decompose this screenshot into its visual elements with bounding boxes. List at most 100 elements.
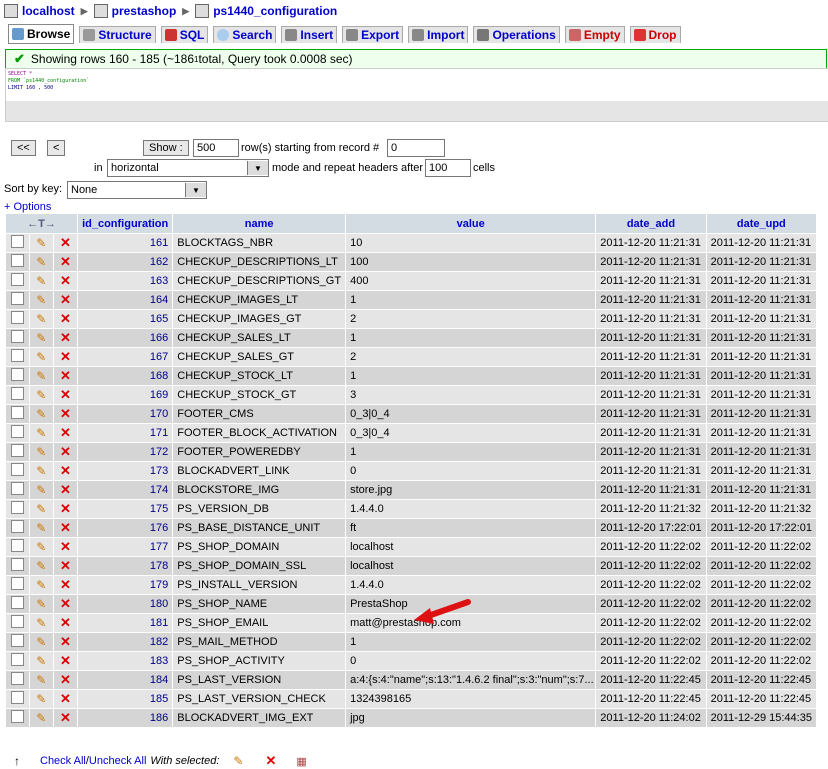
tab-operations[interactable]: Operations <box>473 26 560 43</box>
pencil-icon[interactable]: ✎ <box>36 711 46 725</box>
tab-insert[interactable]: Insert <box>281 26 338 43</box>
edit-row[interactable]: ✎ <box>29 329 53 347</box>
row-checkbox[interactable] <box>6 519 29 537</box>
row-checkbox[interactable] <box>6 386 29 404</box>
uncheck-all-link[interactable]: Uncheck All <box>89 755 146 767</box>
row-checkbox[interactable] <box>6 253 29 271</box>
edit-row[interactable]: ✎ <box>29 424 53 442</box>
delete-icon[interactable]: ✕ <box>60 368 71 383</box>
breadcrumb-server[interactable]: localhost <box>4 4 75 18</box>
breadcrumb-database[interactable]: prestashop <box>93 4 176 18</box>
delete-row[interactable]: ✕ <box>53 500 78 518</box>
column-resize-arrows-icon[interactable]: ←T→ <box>6 214 78 233</box>
edit-row[interactable]: ✎ <box>29 405 53 423</box>
edit-row[interactable]: ✎ <box>29 443 53 461</box>
pencil-icon[interactable]: ✎ <box>36 483 46 497</box>
edit-row[interactable]: ✎ <box>29 272 53 290</box>
delete-row[interactable]: ✕ <box>53 671 78 689</box>
delete-icon[interactable]: ✕ <box>60 501 71 516</box>
tab-import[interactable]: Import <box>408 26 469 43</box>
checkbox-icon[interactable] <box>10 634 24 647</box>
delete-row[interactable]: ✕ <box>53 690 78 708</box>
delete-icon[interactable]: ✕ <box>60 444 71 459</box>
pencil-icon[interactable]: ✎ <box>36 236 46 250</box>
delete-icon[interactable]: ✕ <box>60 577 71 592</box>
row-checkbox[interactable] <box>6 462 29 480</box>
row-checkbox[interactable] <box>6 614 29 632</box>
checkbox-icon[interactable] <box>10 710 24 723</box>
delete-row[interactable]: ✕ <box>53 614 78 632</box>
table-row[interactable]: ✎ ✕ 177 PS_SHOP_DOMAIN localhost 2011-12-20 1… <box>6 538 816 556</box>
table-row[interactable]: ✎ ✕ 182 PS_MAIL_METHOD 1 2011-12-20 11:22:02 2… <box>6 633 816 651</box>
delete-row[interactable]: ✕ <box>53 557 78 575</box>
table-row[interactable]: ✎ ✕ 186 BLOCKADVERT_IMG_EXT jpg 2011-12-20 11… <box>6 709 816 727</box>
edit-row[interactable]: ✎ <box>29 557 53 575</box>
checkbox-icon[interactable] <box>10 615 24 628</box>
delete-icon[interactable]: ✕ <box>60 482 71 497</box>
row-checkbox[interactable] <box>6 291 29 309</box>
delete-icon[interactable]: ✕ <box>60 311 71 326</box>
edit-row[interactable]: ✎ <box>29 576 53 594</box>
delete-icon[interactable]: ✕ <box>60 349 71 364</box>
table-row[interactable]: ✎ ✕ 166 CHECKUP_SALES_LT 1 2011-12-20 11:21:3… <box>6 329 816 347</box>
delete-row[interactable]: ✕ <box>53 234 78 252</box>
checkbox-icon[interactable] <box>10 349 24 362</box>
pencil-icon[interactable]: ✎ <box>36 635 46 649</box>
delete-icon[interactable]: ✕ <box>60 539 71 554</box>
table-row[interactable]: ✎ ✕ 168 CHECKUP_STOCK_LT 1 2011-12-20 11:21:3… <box>6 367 816 385</box>
pencil-icon[interactable]: ✎ <box>36 255 46 269</box>
edit-row[interactable]: ✎ <box>29 367 53 385</box>
table-row[interactable]: ✎ ✕ 185 PS_LAST_VERSION_CHECK 1324398165 2011… <box>6 690 816 708</box>
rows-input[interactable]: 500 <box>193 139 239 157</box>
row-checkbox[interactable] <box>6 424 29 442</box>
column-header-id[interactable]: id_configuration <box>78 214 173 233</box>
delete-row[interactable]: ✕ <box>53 272 78 290</box>
delete-icon[interactable]: ✕ <box>60 672 71 687</box>
delete-icon[interactable]: ✕ <box>60 425 71 440</box>
table-row[interactable]: ✎ ✕ 176 PS_BASE_DISTANCE_UNIT ft 2011-12-20 1… <box>6 519 816 537</box>
delete-icon[interactable]: ✕ <box>60 463 71 478</box>
checkbox-icon[interactable] <box>10 273 24 286</box>
pencil-icon[interactable]: ✎ <box>36 540 46 554</box>
table-row[interactable]: ✎ ✕ 164 CHECKUP_IMAGES_LT 1 2011-12-20 11:21:… <box>6 291 816 309</box>
delete-selected-icon[interactable]: ✕ <box>265 753 276 769</box>
row-checkbox[interactable] <box>6 595 29 613</box>
table-row[interactable]: ✎ ✕ 171 FOOTER_BLOCK_ACTIVATION 0_3|0_4 2011-… <box>6 424 816 442</box>
edit-row[interactable]: ✎ <box>29 652 53 670</box>
delete-icon[interactable]: ✕ <box>60 292 71 307</box>
column-header-date-add[interactable]: date_add <box>596 214 706 233</box>
checkbox-icon[interactable] <box>10 425 24 438</box>
table-row[interactable]: ✎ ✕ 165 CHECKUP_IMAGES_GT 2 2011-12-20 11:21:… <box>6 310 816 328</box>
pencil-icon[interactable]: ✎ <box>36 559 46 573</box>
column-header-date-upd[interactable]: date_upd <box>706 214 816 233</box>
pencil-icon[interactable]: ✎ <box>36 692 46 706</box>
edit-row[interactable]: ✎ <box>29 234 53 252</box>
pencil-icon[interactable]: ✎ <box>36 312 46 326</box>
pencil-icon[interactable]: ✎ <box>36 616 46 630</box>
edit-row[interactable]: ✎ <box>29 386 53 404</box>
edit-row[interactable]: ✎ <box>29 519 53 537</box>
table-row[interactable]: ✎ ✕ 161 BLOCKTAGS_NBR 10 2011-12-20 11:21:31 2… <box>6 234 816 252</box>
delete-row[interactable]: ✕ <box>53 538 78 556</box>
row-checkbox[interactable] <box>6 576 29 594</box>
pencil-icon[interactable]: ✎ <box>36 578 46 592</box>
table-row[interactable]: ✎ ✕ 170 FOOTER_CMS 0_3|0_4 2011-12-20 11:21:3… <box>6 405 816 423</box>
delete-row[interactable]: ✕ <box>53 291 78 309</box>
delete-icon[interactable]: ✕ <box>60 330 71 345</box>
row-checkbox[interactable] <box>6 481 29 499</box>
table-row[interactable]: ✎ ✕ 175 PS_VERSION_DB 1.4.4.0 2011-12-20 11:2… <box>6 500 816 518</box>
table-row[interactable]: ✎ ✕ 167 CHECKUP_SALES_GT 2 2011-12-20 11:21:3… <box>6 348 816 366</box>
tab-drop[interactable]: Drop <box>629 26 681 43</box>
delete-icon[interactable]: ✕ <box>60 691 71 706</box>
row-checkbox[interactable] <box>6 348 29 366</box>
table-row[interactable]: ✎ ✕ 173 BLOCKADVERT_LINK 0 2011-12-20 11:21:3… <box>6 462 816 480</box>
sort-by-key-select[interactable]: None ▼ <box>67 181 207 199</box>
edit-row[interactable]: ✎ <box>29 614 53 632</box>
checkbox-icon[interactable] <box>10 558 24 571</box>
delete-row[interactable]: ✕ <box>53 348 78 366</box>
checkbox-icon[interactable] <box>10 444 24 457</box>
checkbox-icon[interactable] <box>10 539 24 552</box>
table-row[interactable]: ✎ ✕ 172 FOOTER_POWEREDBY 1 2011-12-20 11:21:3… <box>6 443 816 461</box>
check-all-link[interactable]: Check All <box>40 755 86 767</box>
checkbox-icon[interactable] <box>10 672 24 685</box>
